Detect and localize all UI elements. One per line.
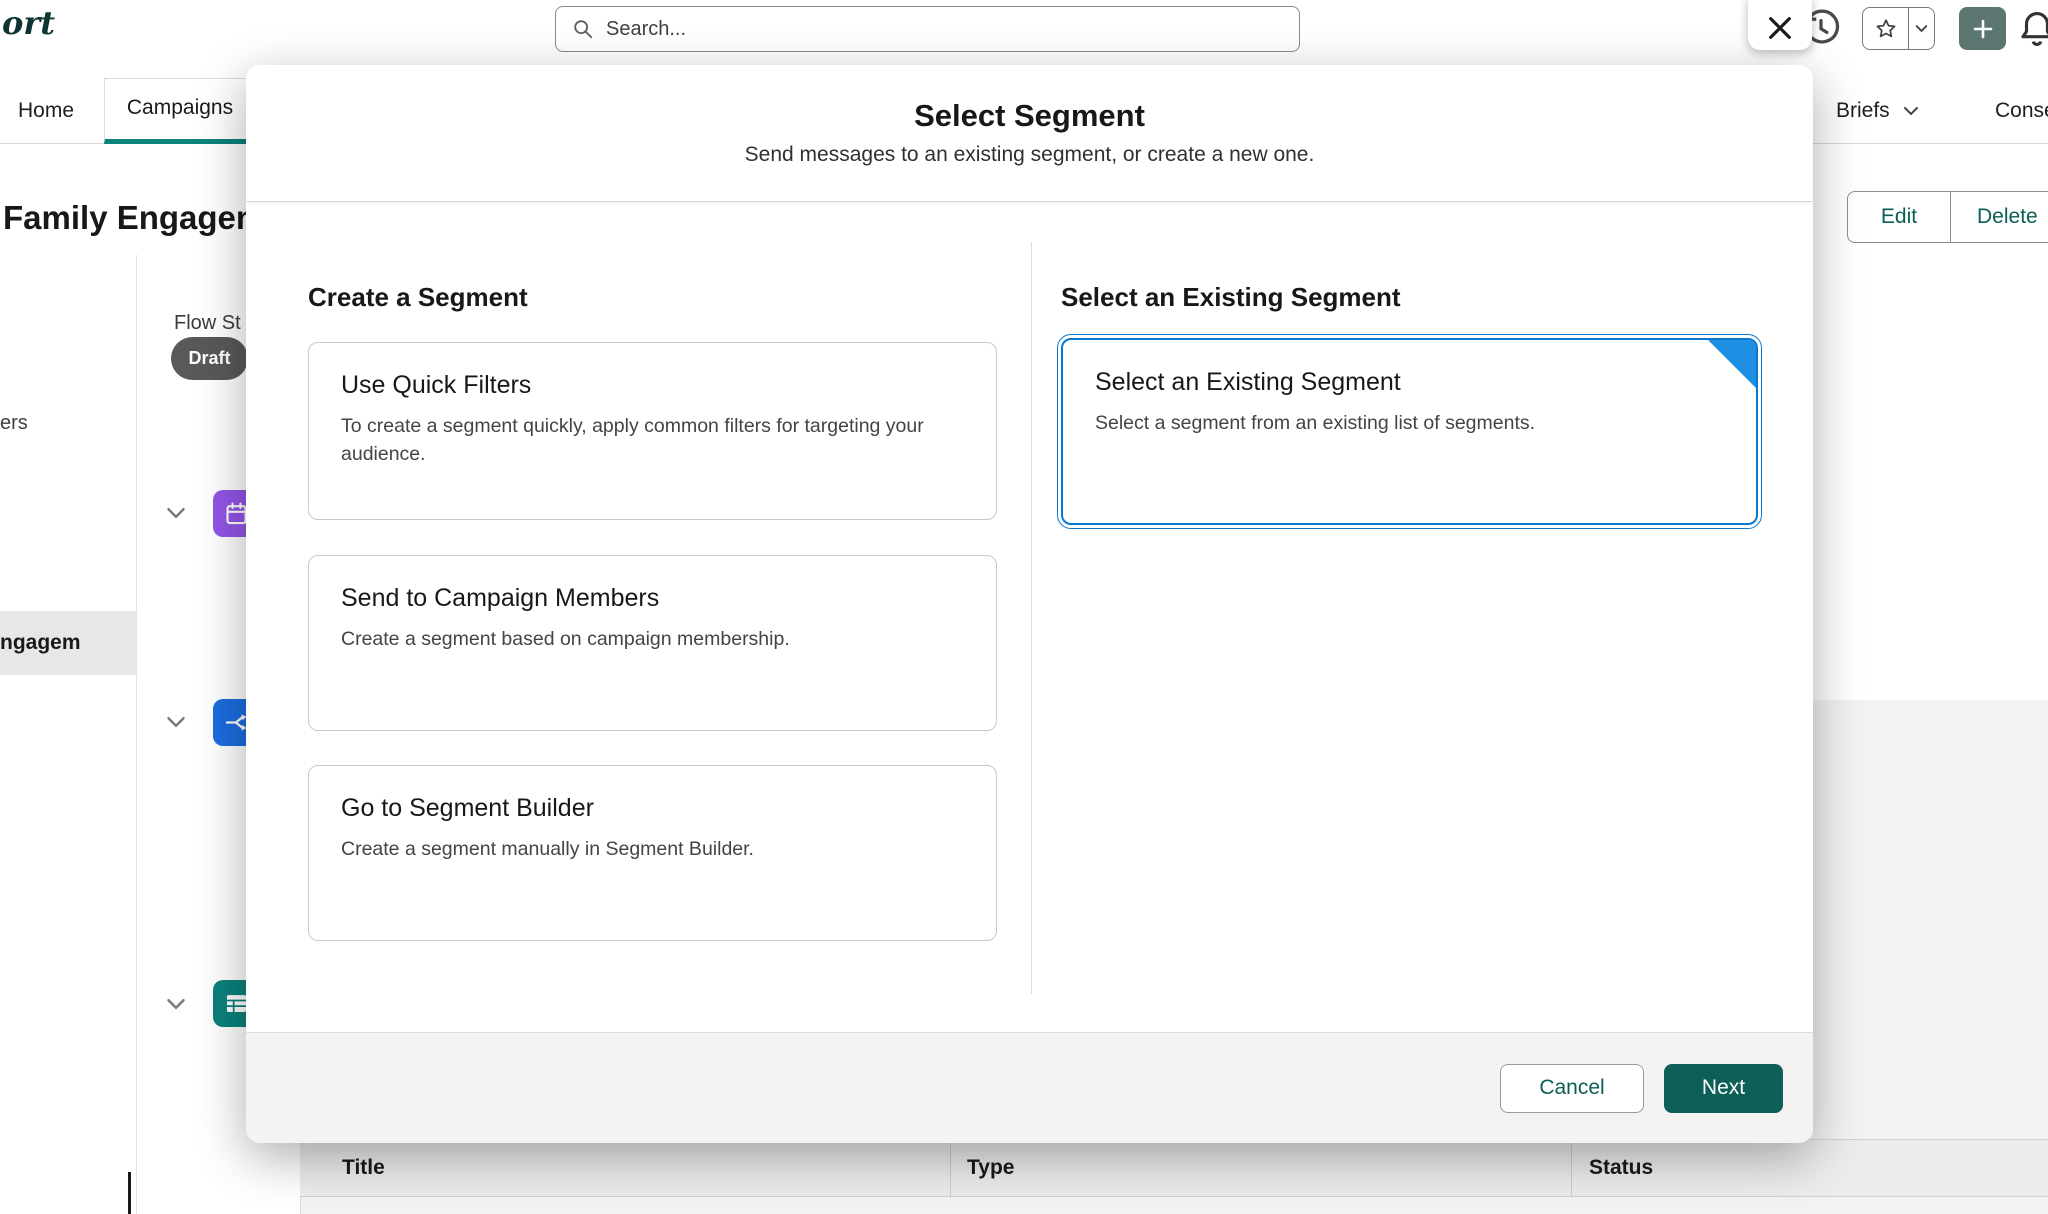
column-divider — [1571, 1139, 1572, 1197]
card-description: Create a segment based on campaign membe… — [341, 626, 931, 654]
search-icon — [572, 18, 594, 40]
app-logo[interactable]: ort — [2, 4, 55, 42]
nav-item-briefs[interactable]: Briefs — [1836, 78, 1919, 143]
nav-item-consent[interactable]: Consent — [1995, 78, 2048, 143]
column-divider — [950, 1139, 951, 1197]
plus-icon — [1971, 17, 1995, 41]
close-icon — [1764, 12, 1796, 44]
modal-footer: Cancel Next — [246, 1032, 1813, 1143]
modal-body: Create a Segment Select an Existing Segm… — [246, 202, 1813, 1032]
status-badge: Draft — [171, 337, 248, 380]
flow-status-label: Flow St — [174, 312, 241, 335]
sidebar-item-active-label: ngagem — [0, 631, 81, 655]
card-description: Select a segment from an existing list o… — [1095, 410, 1685, 438]
edit-button[interactable]: Edit — [1847, 191, 1951, 243]
card-description: Create a segment manually in Segment Bui… — [341, 836, 931, 864]
existing-segment-heading: Select an Existing Segment — [1061, 282, 1401, 313]
card-title: Send to Campaign Members — [341, 584, 964, 613]
table-header-title[interactable]: Title — [342, 1139, 385, 1197]
card-title: Go to Segment Builder — [341, 794, 964, 823]
modal-close-button[interactable] — [1748, 0, 1812, 50]
search-placeholder: Search... — [606, 18, 686, 41]
cancel-button[interactable]: Cancel — [1500, 1064, 1644, 1113]
favorite-star-icon[interactable] — [1863, 8, 1909, 49]
table-header-status[interactable]: Status — [1589, 1139, 1653, 1197]
flow-connector-line — [128, 1172, 131, 1214]
modal-header: Select Segment Send messages to an exist… — [246, 65, 1813, 202]
option-card-segment-builder[interactable]: Go to Segment Builder Create a segment m… — [308, 765, 997, 941]
chevron-down-icon[interactable] — [166, 997, 186, 1011]
left-sidebar — [0, 255, 137, 1214]
notifications-bell-icon[interactable] — [2016, 8, 2048, 50]
favorites-dropdown-icon[interactable] — [1909, 8, 1934, 49]
nav-item-briefs-label: Briefs — [1836, 99, 1890, 123]
global-create-button[interactable] — [1959, 7, 2006, 50]
nav-item-campaigns[interactable]: Campaigns — [104, 78, 256, 144]
modal-title: Select Segment — [246, 98, 1813, 134]
modal-subtitle: Send messages to an existing segment, or… — [246, 143, 1813, 167]
sidebar-item-active[interactable]: ngagem — [0, 611, 137, 675]
nav-item-home[interactable]: Home — [18, 78, 74, 143]
option-card-campaign-members[interactable]: Send to Campaign Members Create a segmen… — [308, 555, 997, 731]
chevron-down-icon[interactable] — [166, 506, 186, 520]
table-header-row — [300, 1139, 2048, 1197]
page-title: Family Engagem — [3, 199, 265, 237]
next-button[interactable]: Next — [1664, 1064, 1783, 1113]
sidebar-item[interactable]: ers — [0, 412, 28, 435]
option-card-quick-filters[interactable]: Use Quick Filters To create a segment qu… — [308, 342, 997, 520]
card-title: Use Quick Filters — [341, 371, 964, 400]
option-card-existing-segment-selected[interactable]: Select an Existing Segment Select a segm… — [1061, 338, 1758, 525]
create-segment-heading: Create a Segment — [308, 282, 528, 313]
favorites-button-group[interactable] — [1862, 7, 1935, 50]
global-search-input[interactable]: Search... — [555, 6, 1300, 52]
select-segment-modal: Select Segment Send messages to an exist… — [246, 65, 1813, 1143]
card-description: To create a segment quickly, apply commo… — [341, 413, 931, 468]
card-title: Select an Existing Segment — [1095, 368, 1724, 397]
column-divider — [1031, 242, 1032, 994]
table-header-type[interactable]: Type — [967, 1139, 1014, 1197]
delete-button[interactable]: Delete — [1951, 191, 2048, 243]
chevron-down-icon — [1903, 106, 1919, 116]
chevron-down-icon[interactable] — [166, 715, 186, 729]
selected-corner-icon — [1708, 340, 1756, 388]
record-actions: Edit Delete — [1847, 191, 2048, 243]
